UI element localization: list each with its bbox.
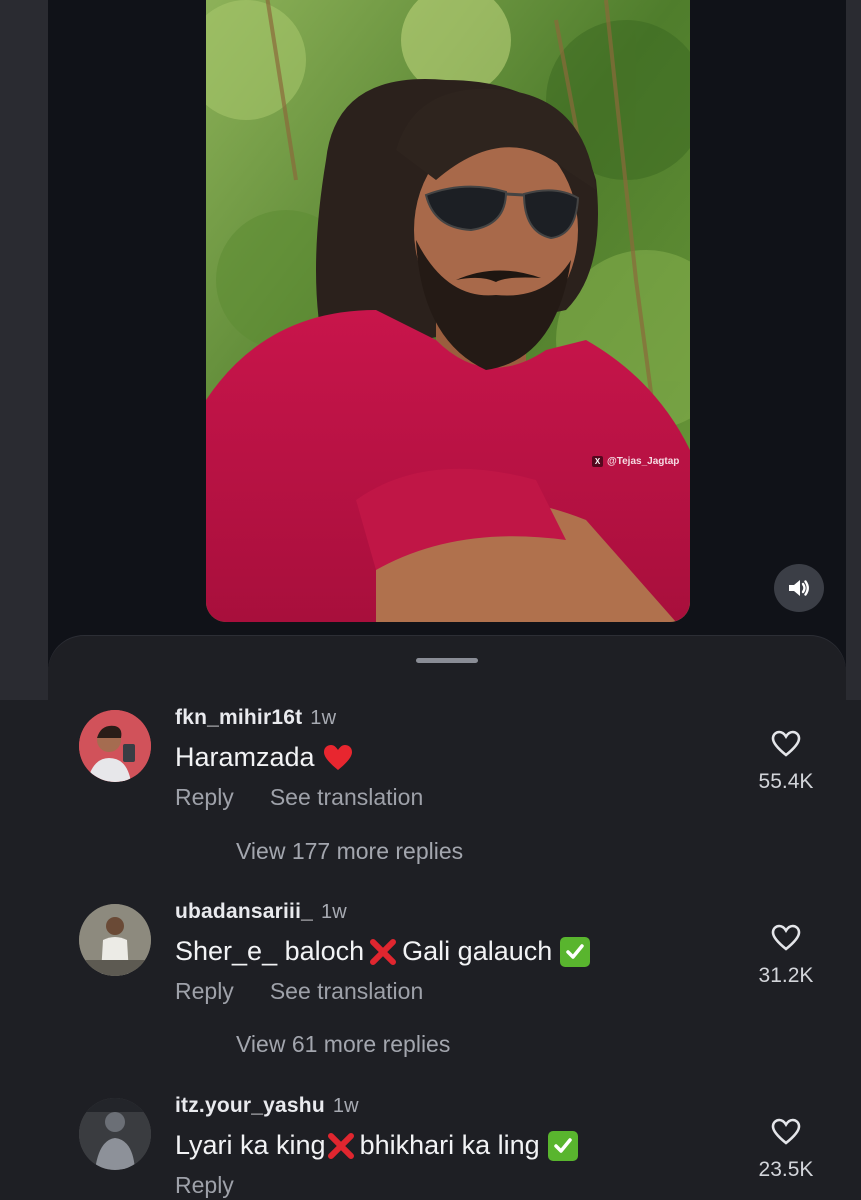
comment-body-part2: bhikhari ka ling (359, 1130, 540, 1160)
comment-text: Lyari ka king bhikhari ka ling (175, 1130, 578, 1161)
comment-item: ubadansariii_ 1w Sher_e_ baloch Gali gala… (48, 898, 846, 1008)
avatar[interactable] (79, 710, 151, 782)
comment-actions: Reply (175, 1172, 234, 1199)
comment-actions: Reply See translation (175, 784, 423, 811)
heart-outline-icon[interactable] (771, 924, 801, 952)
reply-button[interactable]: Reply (175, 1172, 234, 1199)
view-replies-button[interactable]: View 61 more replies (236, 1031, 450, 1058)
screen: X @Tejas_Jagtap fkn_mihir16t 1w Haramzad… (0, 0, 861, 1200)
cross-mark-emoji-icon (326, 1131, 356, 1161)
comment-username[interactable]: fkn_mihir16t 1w (175, 706, 336, 730)
comment-body-part2: Gali galauch (402, 936, 553, 966)
reply-button[interactable]: Reply (175, 784, 234, 811)
comments-sheet: fkn_mihir16t 1w Haramzada Reply See trans… (48, 636, 846, 1200)
video-player[interactable] (206, 0, 690, 622)
avatar[interactable] (79, 1098, 151, 1170)
like-count: 23.5K (758, 1158, 814, 1181)
comment-text: Sher_e_ baloch Gali galauch (175, 936, 591, 967)
video-thumbnail (206, 0, 690, 622)
comment-username[interactable]: ubadansariii_ 1w (175, 900, 347, 924)
sheet-drag-handle[interactable] (416, 658, 478, 663)
comment-text: Haramzada (175, 742, 353, 773)
comment-time: 1w (320, 901, 347, 923)
heart-outline-icon[interactable] (771, 1118, 801, 1146)
username-text[interactable]: ubadansariii_ (175, 900, 313, 923)
check-mark-emoji-icon (560, 936, 591, 967)
username-text[interactable]: fkn_mihir16t (175, 706, 302, 729)
heart-outline-icon[interactable] (771, 730, 801, 758)
comment-item: itz.your_yashu 1w Lyari ka king bhikhari … (48, 1092, 846, 1200)
reply-button[interactable]: Reply (175, 978, 234, 1005)
comment-actions: Reply See translation (175, 978, 423, 1005)
comment-time: 1w (332, 1095, 359, 1117)
comment-username[interactable]: itz.your_yashu 1w (175, 1094, 359, 1118)
comment-body-part1: Sher_e_ baloch (175, 936, 365, 966)
left-edge (0, 0, 48, 700)
like-count: 55.4K (758, 770, 814, 793)
see-translation-button[interactable]: See translation (270, 978, 423, 1005)
cross-mark-emoji-icon (368, 937, 398, 967)
view-replies-button[interactable]: View 177 more replies (236, 838, 463, 865)
video-watermark: X @Tejas_Jagtap (592, 453, 679, 469)
red-heart-emoji-icon (323, 744, 353, 772)
watermark-handle: @Tejas_Jagtap (607, 455, 680, 467)
like-control[interactable]: 31.2K (754, 924, 818, 988)
check-mark-emoji-icon (547, 1130, 578, 1161)
like-control[interactable]: 55.4K (754, 730, 818, 794)
speaker-icon (789, 580, 809, 596)
see-translation-button[interactable]: See translation (270, 784, 423, 811)
comment-body: Haramzada (175, 742, 315, 772)
sound-toggle-button[interactable] (774, 564, 824, 612)
comment-item: fkn_mihir16t 1w Haramzada Reply See trans… (48, 704, 846, 814)
avatar[interactable] (79, 904, 151, 976)
like-control[interactable]: 23.5K (754, 1118, 818, 1182)
comment-body-part1: Lyari ka king (175, 1130, 326, 1160)
x-logo-icon: X (592, 455, 603, 467)
comment-time: 1w (310, 707, 337, 729)
username-text[interactable]: itz.your_yashu (175, 1094, 325, 1117)
like-count: 31.2K (758, 964, 814, 987)
right-edge (846, 0, 861, 700)
